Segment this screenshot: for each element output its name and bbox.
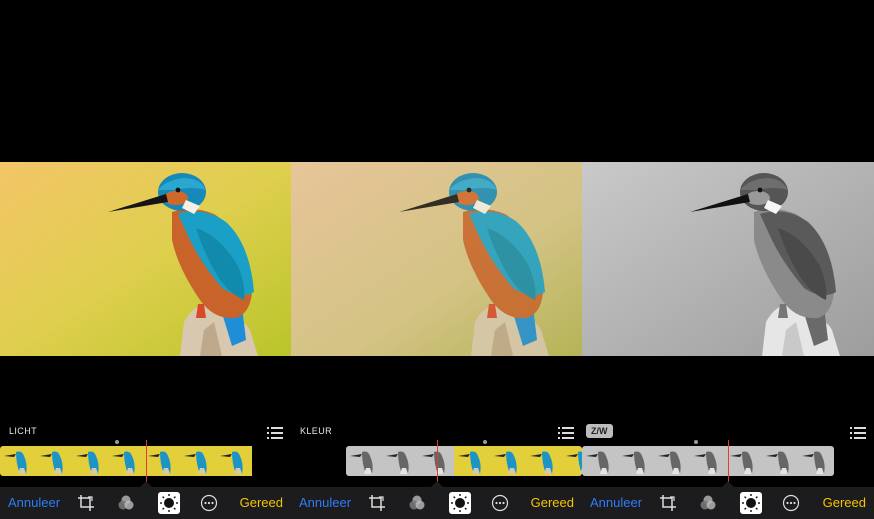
adjust-icon[interactable]: [740, 492, 762, 514]
done-button[interactable]: Gereed: [823, 487, 866, 519]
cancel-button[interactable]: Annuleer: [590, 487, 642, 519]
more-icon[interactable]: [491, 494, 509, 512]
photo-preview: [291, 162, 582, 356]
scrubber-indicator[interactable]: [146, 440, 147, 482]
editor-panel-color: KLEUR Annuleer Gereed: [291, 0, 582, 519]
scrubber-indicator[interactable]: [728, 440, 729, 482]
crop-icon[interactable]: [77, 494, 95, 512]
edit-toolbar: Annuleer Gereed: [0, 487, 291, 519]
section-title-badge: Z/W: [586, 424, 613, 438]
photo-preview: [582, 162, 874, 356]
list-icon[interactable]: [850, 426, 866, 439]
kingfisher-photo: [291, 162, 582, 356]
cancel-button[interactable]: Annuleer: [8, 487, 60, 519]
scrubber-indicator[interactable]: [437, 440, 438, 482]
adjustment-scrubber[interactable]: [0, 446, 256, 476]
filters-icon[interactable]: [699, 494, 717, 512]
list-icon[interactable]: [558, 426, 574, 439]
done-button[interactable]: Gereed: [240, 487, 283, 519]
adjustment-scrubber[interactable]: [346, 446, 582, 476]
filters-icon[interactable]: [117, 494, 135, 512]
filters-icon[interactable]: [408, 494, 426, 512]
scrubber-default-marker: [115, 440, 119, 444]
more-icon[interactable]: [782, 494, 800, 512]
section-title: LICHT: [9, 426, 38, 436]
section-title: KLEUR: [300, 426, 333, 436]
crop-icon[interactable]: [659, 494, 677, 512]
edit-toolbar: Annuleer Gereed: [582, 487, 874, 519]
editor-panel-light: LICHT Annuleer Gereed: [0, 0, 291, 519]
list-icon[interactable]: [267, 426, 283, 439]
crop-icon[interactable]: [368, 494, 386, 512]
adjustment-scrubber[interactable]: [582, 446, 834, 476]
edit-toolbar: Annuleer Gereed: [291, 487, 582, 519]
scrubber-default-marker: [483, 440, 487, 444]
kingfisher-photo: [582, 162, 874, 356]
editor-panel-bw: Z/W Annuleer Gereed: [582, 0, 874, 519]
photo-preview: [0, 162, 291, 356]
more-icon[interactable]: [200, 494, 218, 512]
adjust-icon[interactable]: [158, 492, 180, 514]
adjust-icon[interactable]: [449, 492, 471, 514]
done-button[interactable]: Gereed: [531, 487, 574, 519]
scrubber-default-marker: [694, 440, 698, 444]
kingfisher-photo: [0, 162, 291, 356]
cancel-button[interactable]: Annuleer: [299, 487, 351, 519]
